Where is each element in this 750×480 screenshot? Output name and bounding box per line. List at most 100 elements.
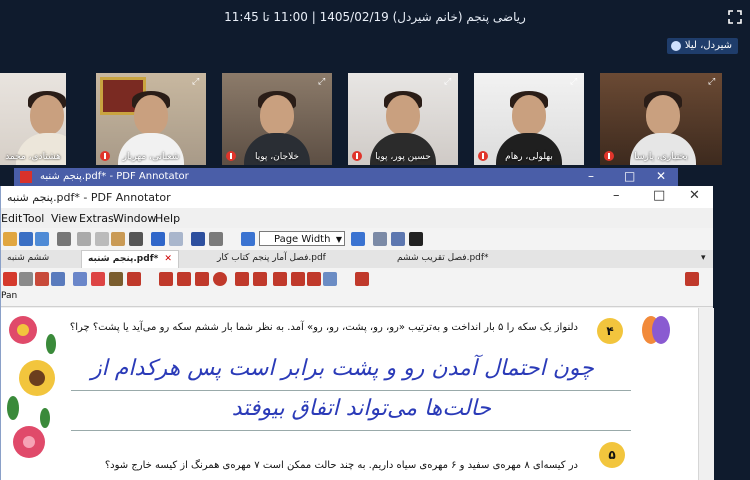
vertical-scrollbar[interactable]	[698, 308, 714, 480]
minimize-icon[interactable]: –	[613, 188, 620, 203]
highlighter-icon[interactable]	[109, 272, 123, 286]
grid-icon[interactable]	[209, 232, 223, 246]
meeting-title: ریاضی پنجم (خانم شیردل) 1405/02/19 | 11:…	[224, 10, 526, 24]
tab-statistics-chapter[interactable]: فصل آمار پنجم کتاب کار.pdf	[211, 250, 332, 267]
fit-width-icon[interactable]	[391, 232, 405, 246]
pdf-annotator-icon	[20, 171, 32, 183]
main-toolbar: Page Width ▼	[1, 228, 713, 251]
participant-name: بهلولی، رهام	[505, 152, 553, 162]
participant-name: حسین پور، پویا	[375, 152, 431, 162]
tab-label: ششم شنبه	[7, 253, 50, 263]
video-tile[interactable]: ⤢ بختیاری، پارسا	[600, 73, 722, 165]
question-number-badge: ۵	[599, 442, 625, 468]
print-icon[interactable]	[57, 232, 71, 246]
magnifier-icon[interactable]	[51, 272, 65, 286]
save-icon[interactable]	[19, 232, 33, 246]
menu-view[interactable]: View	[51, 212, 77, 225]
fullscreen-icon[interactable]: ⤢	[318, 77, 328, 87]
paste-icon[interactable]	[111, 232, 125, 246]
fullscreen-icon[interactable]: ⤢	[192, 77, 202, 87]
fullscreen-icon[interactable]: ⤢	[708, 77, 718, 87]
arrow-icon[interactable]	[177, 272, 191, 286]
fullscreen-icon[interactable]: ⤢	[570, 77, 580, 87]
select-icon[interactable]	[19, 272, 33, 286]
marker-icon[interactable]	[91, 272, 105, 286]
shared-window-strip: پنجم شنبه.pdf* - PDF Annotator – □ ✕	[14, 168, 678, 186]
video-tile[interactable]: ⤢ خلاجان، پویا	[222, 73, 332, 165]
handwritten-answer-line-2: حالت‌ها می‌تواند اتفاق بیوفتد	[231, 396, 491, 421]
close-icon[interactable]: ✕	[656, 169, 666, 183]
menu-extras[interactable]: Extras	[79, 212, 114, 225]
pen-icon[interactable]	[73, 272, 87, 286]
copy-icon[interactable]	[95, 232, 109, 246]
maximize-icon[interactable]: □	[624, 169, 635, 183]
tool-status-bar: Pan	[1, 288, 713, 307]
tab-label: فصل آمار پنجم کتاب کار.pdf	[217, 253, 326, 263]
tabs-scroll-down-icon[interactable]: ▾	[695, 250, 712, 267]
pointer-icon[interactable]	[3, 272, 17, 286]
tab-label: پنجم شنبه.pdf*	[88, 254, 159, 264]
participant-name: بختیاری، پارسا	[634, 152, 688, 162]
hand-icon[interactable]	[35, 272, 49, 286]
zoom-select[interactable]: Page Width ▼	[259, 231, 345, 246]
rectangle-icon[interactable]	[195, 272, 209, 286]
presenter-badge[interactable]: شیردل، لیلا	[666, 38, 738, 54]
zoom-value: Page Width	[274, 234, 331, 245]
open-icon[interactable]	[3, 232, 17, 246]
zoom-out-icon[interactable]	[241, 232, 255, 246]
presenter-avatar	[670, 41, 681, 51]
undo-icon[interactable]	[151, 232, 165, 246]
camera-icon[interactable]	[273, 272, 287, 286]
video-tile[interactable]: ⤢ شعبانی، مهریار	[96, 73, 206, 165]
close-tab-icon[interactable]: ✕	[164, 254, 172, 264]
menu-edit[interactable]: Edit	[1, 212, 22, 225]
stamp-icon[interactable]	[127, 272, 141, 286]
redo-icon[interactable]	[169, 232, 183, 246]
tab-rounding-chapter[interactable]: فصل تقریب ششم.pdf*	[391, 250, 495, 267]
tab-sixth-saturday[interactable]: ششم شنبه	[1, 250, 55, 267]
eraser-icon[interactable]	[235, 272, 249, 286]
flower-border	[7, 316, 56, 458]
participant-name: هشتادی، محمد	[5, 152, 61, 162]
video-tile[interactable]: ⤢ حسین پور، پویا	[348, 73, 458, 165]
delete-icon[interactable]	[129, 232, 143, 246]
minimize-icon[interactable]: –	[588, 169, 594, 183]
tab-label: فصل تقریب ششم.pdf*	[397, 253, 489, 263]
menu-window[interactable]: Window	[113, 212, 156, 225]
binoculars-icon[interactable]	[191, 232, 205, 246]
text-box-icon[interactable]	[253, 272, 267, 286]
sidebar-toggle-icon[interactable]	[685, 272, 699, 286]
video-tile[interactable]: ⤢ بهلولی، رهام	[474, 73, 584, 165]
save-as-icon[interactable]	[35, 232, 49, 246]
answer-rule	[71, 430, 631, 431]
fit-page-icon[interactable]	[373, 232, 387, 246]
presenter-name: شیردل، لیلا	[684, 40, 732, 51]
fullscreen-icon[interactable]	[409, 232, 423, 246]
document-tabs: ششم شنبه پنجم شنبه.pdf* ✕ فصل آمار پنجم ک…	[1, 250, 713, 269]
maximize-icon[interactable]: □	[653, 188, 665, 203]
title-bar: پنجم شنبه.pdf* - PDF Annotator – □ ✕	[1, 186, 713, 208]
zoom-in-icon[interactable]	[351, 232, 365, 246]
expand-icon[interactable]	[728, 10, 742, 24]
document-page[interactable]: ۴ دلنواز یک سکه را ۵ بار انداخت و به‌ترت…	[1, 308, 698, 480]
favorite-icon[interactable]	[355, 272, 369, 286]
crop-icon[interactable]	[291, 272, 305, 286]
line-icon[interactable]	[159, 272, 173, 286]
fullscreen-icon[interactable]: ⤢	[444, 77, 454, 87]
answer-rule	[71, 390, 631, 391]
menu-tool[interactable]: Tool	[23, 212, 44, 225]
menu-help[interactable]: Help	[155, 212, 180, 225]
pdf-annotator-window: پنجم شنبه.pdf* - PDF Annotator – □ ✕ Edi…	[0, 186, 714, 480]
image-icon[interactable]	[323, 272, 337, 286]
participant-name: شعبانی، مهریار	[122, 152, 180, 162]
cut-icon[interactable]	[77, 232, 91, 246]
video-tile[interactable]: هشتادی، محمد	[0, 73, 66, 165]
attach-icon[interactable]	[307, 272, 321, 286]
close-icon[interactable]: ✕	[689, 188, 700, 203]
annotation-toolbar	[1, 268, 713, 288]
window-title: پنجم شنبه.pdf* - PDF Annotator	[7, 191, 171, 204]
ellipse-icon[interactable]	[213, 272, 227, 286]
menu-bar: Edit Tool View Extras Window Help	[1, 210, 713, 226]
tab-fifth-saturday[interactable]: پنجم شنبه.pdf* ✕	[81, 250, 179, 268]
question-5-text: در کیسه‌ای ۸ مهره‌ی سفید و ۶ مهره‌ی سیاه…	[104, 460, 578, 471]
